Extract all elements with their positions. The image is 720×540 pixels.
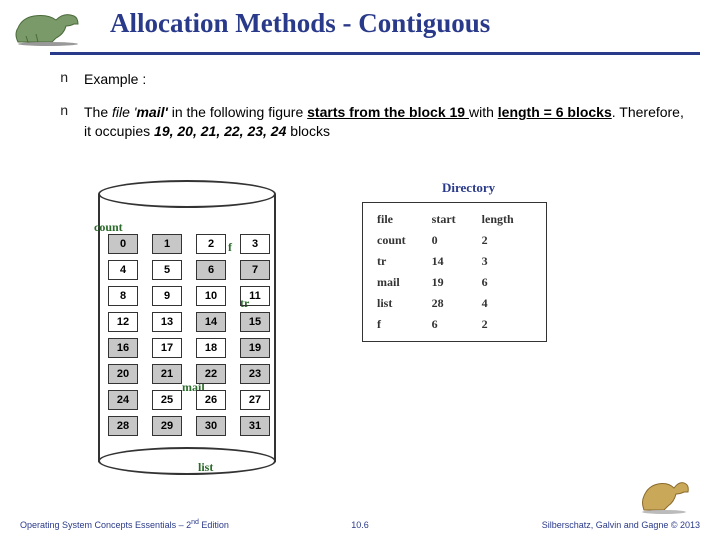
page-title: Allocation Methods - Contiguous	[110, 8, 720, 39]
bullet-marker: n	[60, 70, 84, 89]
dinosaur-logo-top	[8, 4, 98, 46]
block-grid: 0 1 2 3 4 5 6 7 8 9 10 11 12 13 14 15 16…	[108, 234, 272, 436]
block: 31	[240, 416, 270, 436]
block: 30	[196, 416, 226, 436]
count-label: count	[94, 220, 123, 235]
block: 17	[152, 338, 182, 358]
table-row: tr143	[373, 251, 536, 272]
figure-area: count f tr mail list 0 1 2 3 4 5 6 7 8 9…	[90, 180, 690, 475]
list-label: list	[198, 460, 213, 475]
block: 11	[240, 286, 270, 306]
directory-table-wrap: Directory file start length count02 tr14…	[362, 180, 547, 342]
table-row: f62	[373, 314, 536, 335]
directory-title: Directory	[442, 180, 547, 196]
dir-header-file: file	[373, 209, 428, 230]
block: 18	[196, 338, 226, 358]
bullet-text: The file 'mail' in the following figure …	[84, 103, 690, 141]
footer-page-number: 10.6	[351, 520, 369, 530]
table-row: count02	[373, 230, 536, 251]
block: 25	[152, 390, 182, 410]
table-row: mail196	[373, 272, 536, 293]
block: 0	[108, 234, 138, 254]
block: 21	[152, 364, 182, 384]
block: 1	[152, 234, 182, 254]
block: 5	[152, 260, 182, 280]
dinosaur-logo-bottom	[636, 474, 696, 516]
content-area: n Example : n The file 'mail' in the fol…	[60, 70, 690, 155]
dir-header-start: start	[428, 209, 478, 230]
block: 2	[196, 234, 226, 254]
block: 27	[240, 390, 270, 410]
block: 24	[108, 390, 138, 410]
block: 15	[240, 312, 270, 332]
footer: Operating System Concepts Essentials – 2…	[20, 519, 700, 530]
block: 3	[240, 234, 270, 254]
block: 20	[108, 364, 138, 384]
directory-table: file start length count02 tr143 mail196 …	[362, 202, 547, 342]
block: 26	[196, 390, 226, 410]
block: 29	[152, 416, 182, 436]
block: 12	[108, 312, 138, 332]
block: 28	[108, 416, 138, 436]
block: 8	[108, 286, 138, 306]
block: 23	[240, 364, 270, 384]
block: 13	[152, 312, 182, 332]
block: 7	[240, 260, 270, 280]
footer-left: Operating System Concepts Essentials – 2…	[20, 519, 229, 530]
block: 6	[196, 260, 226, 280]
block: 16	[108, 338, 138, 358]
block: 19	[240, 338, 270, 358]
dir-header-length: length	[478, 209, 536, 230]
bullet-1: n Example :	[60, 70, 690, 89]
bullet-marker: n	[60, 103, 84, 141]
bullet-text: Example :	[84, 70, 690, 89]
table-row: list284	[373, 293, 536, 314]
block: 10	[196, 286, 226, 306]
block: 14	[196, 312, 226, 332]
block: 4	[108, 260, 138, 280]
bullet-2: n The file 'mail' in the following figur…	[60, 103, 690, 141]
block: 22	[196, 364, 226, 384]
footer-right: Silberschatz, Galvin and Gagne © 2013	[542, 520, 700, 530]
title-rule	[50, 52, 700, 55]
disk-cylinder: count f tr mail list 0 1 2 3 4 5 6 7 8 9…	[90, 180, 285, 475]
block: 9	[152, 286, 182, 306]
